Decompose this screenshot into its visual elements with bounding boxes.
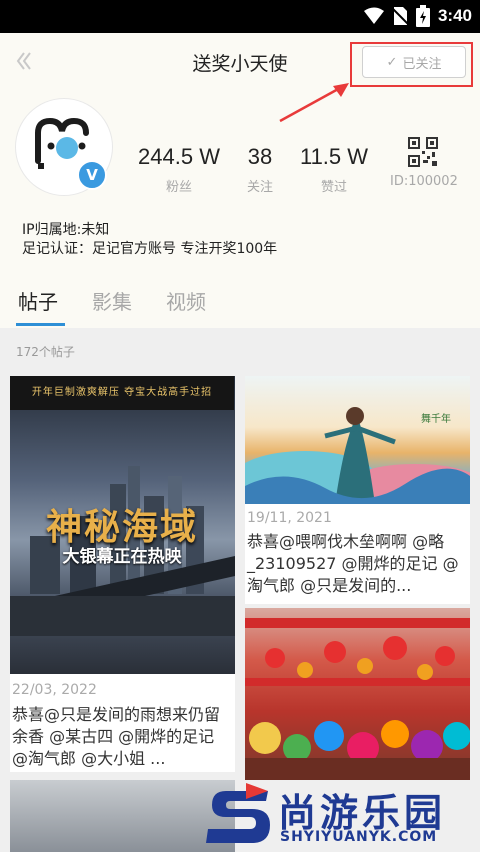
verified-badge: V — [77, 160, 107, 190]
following-count: 38 — [247, 144, 273, 169]
ip-location: IP归属地:未知 — [22, 222, 110, 238]
no-sim-icon — [391, 7, 408, 25]
stat-likes[interactable]: 11.5 W 赞过 — [296, 144, 372, 195]
wifi-icon — [363, 7, 384, 24]
status-bar: 3:40 — [0, 0, 480, 33]
post-date: 22/03, 2022 — [12, 682, 97, 698]
watermark: 尚游乐园 SHYIYUANYK.COM — [206, 780, 480, 852]
likes-count: 11.5 W — [299, 144, 369, 169]
post-image — [10, 780, 235, 852]
check-icon: ✓ — [386, 54, 398, 70]
user-id: ID:100002 — [390, 174, 458, 189]
tab-albums[interactable]: 影集 — [92, 286, 132, 325]
follow-label: 已关注 — [402, 56, 442, 72]
post-count: 172个帖子 — [16, 345, 75, 359]
post-card[interactable] — [245, 608, 470, 780]
watermark-url: SHYIYUANYK.COM — [280, 829, 438, 845]
post-image — [245, 608, 470, 780]
fans-label: 粉丝 — [165, 180, 192, 195]
following-label: 关注 — [246, 180, 273, 195]
likes-label: 赞过 — [320, 180, 347, 195]
post-image: 舞千年 — [245, 376, 470, 504]
certification: 足记认证：足记官方账号 专注开奖100年 — [22, 241, 278, 257]
s-logo-icon — [206, 783, 270, 843]
post-card[interactable]: 开年巨制激爽解压 夺宝大战高手过招 神秘海域 大银幕正在热映 22/03, 20… — [10, 376, 235, 772]
post-card[interactable] — [10, 780, 235, 852]
stat-following[interactable]: 38 关注 — [240, 144, 280, 195]
post-date: 19/11, 2021 — [247, 510, 332, 526]
tab-bar: 帖子 影集 视频 — [18, 286, 206, 325]
fans-count: 244.5 W — [138, 144, 220, 169]
post-text: 恭喜@喂啊伐木垒啊啊 @略_23109527 @開烨的足记 @淘气郎 @只是发间… — [247, 532, 459, 595]
post-card[interactable]: 舞千年 19/11, 2021 恭喜@喂啊伐木垒啊啊 @略_23109527 @… — [245, 376, 470, 604]
status-time: 3:40 — [437, 6, 472, 25]
tab-posts[interactable]: 帖子 — [18, 286, 58, 325]
poster-banner: 开年巨制激爽解压 夺宝大战高手过招 — [10, 376, 234, 410]
logo-text: 舞千年 — [421, 414, 451, 425]
annotation-arrow-icon — [279, 83, 349, 123]
post-text: 恭喜@只是发间的雨想来仍留余香 @某古四 @開烨的足记 @淘气郎 @大小姐 ..… — [12, 705, 221, 768]
poster-subtitle: 大银幕正在热映 — [62, 547, 182, 567]
post-image: 开年巨制激爽解压 夺宝大战高手过招 神秘海域 大银幕正在热映 — [10, 376, 235, 674]
festival-decor-icon — [245, 618, 470, 780]
dancer-illustration-icon — [245, 407, 470, 504]
battery-icon — [415, 5, 430, 27]
qr-code-icon[interactable] — [408, 137, 438, 167]
tab-videos[interactable]: 视频 — [166, 286, 206, 325]
tab-indicator — [16, 323, 65, 326]
stat-fans[interactable]: 244.5 W 粉丝 — [136, 144, 222, 195]
follow-button[interactable]: ✓ 已关注 — [362, 46, 466, 78]
